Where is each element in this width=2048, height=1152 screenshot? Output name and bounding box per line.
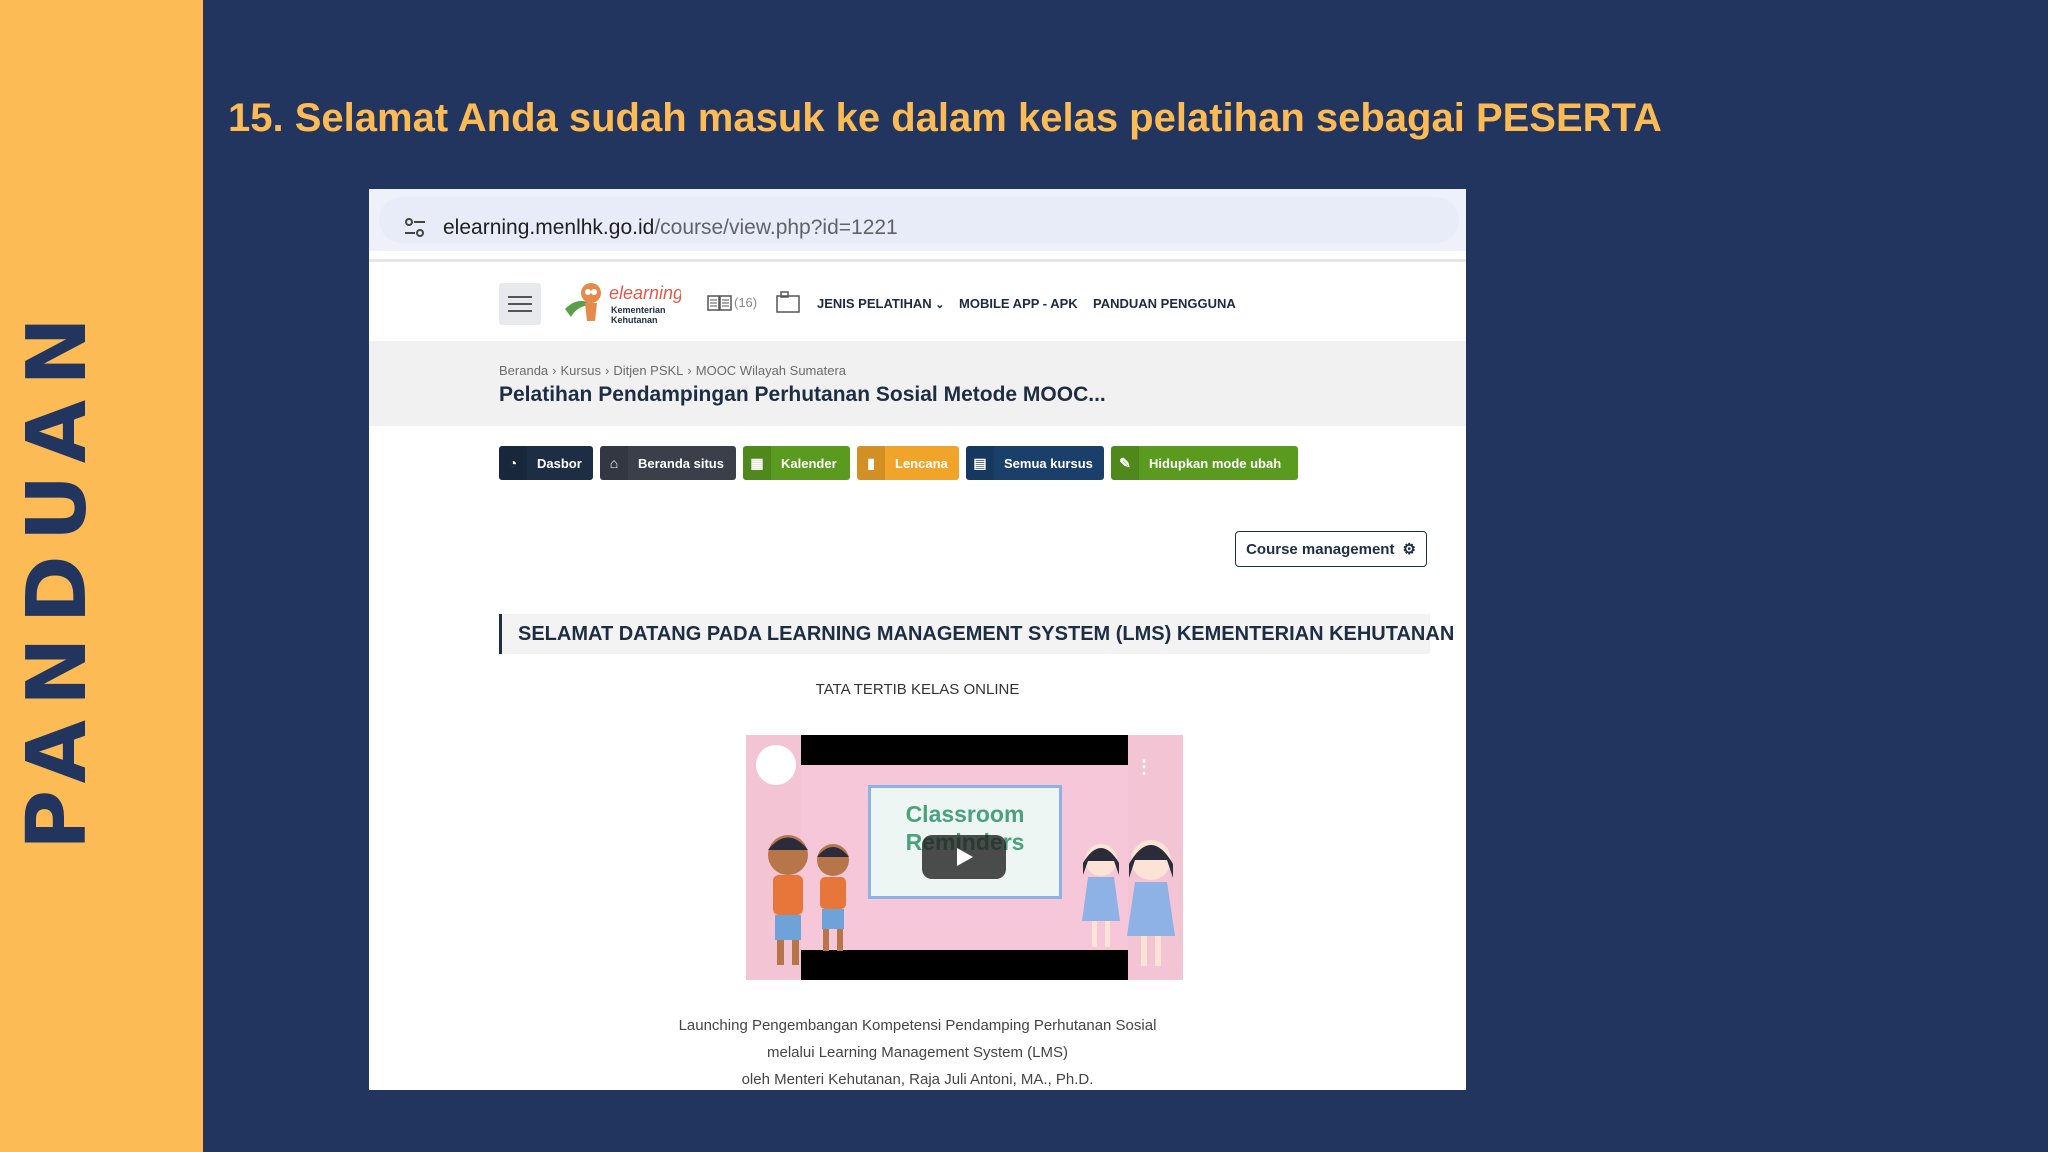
breadcrumb-item[interactable]: Kursus [561, 363, 601, 378]
play-button[interactable] [922, 835, 1006, 879]
welcome-heading-box: SELAMAT DATANG PADA LEARNING MANAGEMENT … [499, 614, 1454, 654]
breadcrumb-item[interactable]: MOOC Wilayah Sumatera [696, 363, 846, 378]
beranda-situs-button[interactable]: ⌂ Beranda situs [600, 446, 736, 480]
dasbor-button[interactable]: ◔ Dasbor [499, 446, 593, 480]
elearning-logo[interactable]: elearning Kementerian Kehutanan [561, 275, 681, 331]
caption-line: Launching Pengembangan Kompetensi Pendam… [678, 1017, 1157, 1034]
site-settings-icon[interactable] [403, 217, 427, 239]
breadcrumb-item[interactable]: Beranda [499, 363, 548, 378]
calendar-icon: ▦ [743, 446, 771, 480]
home-icon: ⌂ [600, 446, 628, 480]
lencana-button[interactable]: ▮ Lencana [857, 446, 959, 480]
dashboard-icon: ◔ [499, 446, 527, 480]
bookmark-icon: ▮ [857, 446, 885, 480]
video-caption: Launching Pengembangan Kompetensi Pendam… [369, 1012, 1466, 1090]
kalender-label: Kalender [781, 455, 837, 471]
url-text: elearning.menlhk.go.id/course/view.php?i… [443, 216, 898, 240]
svg-text:Kehutanan: Kehutanan [611, 315, 658, 325]
breadcrumb: Beranda › Kursus › Ditjen PSKL › MOOC Wilayah … [499, 363, 846, 378]
side-band: REGISTRASI AKUN PANDUAN [0, 0, 338, 1152]
category-icon[interactable] [775, 290, 801, 314]
nav-mobile-app[interactable]: MOBILE APP - APK [959, 296, 1078, 311]
child-illustration-right [1082, 844, 1120, 947]
my-courses-icon[interactable] [707, 293, 733, 313]
url-field[interactable]: elearning.menlhk.go.id/course/view.php?i… [379, 197, 1459, 243]
chevron-down-icon: ⌄ [935, 299, 945, 311]
browser-screenshot: elearning.menlhk.go.id/course/view.php?i… [369, 189, 1466, 1090]
kalender-button[interactable]: ▦ Kalender [743, 446, 850, 480]
courses-count: (16) [734, 295, 758, 310]
site-navbar: elearning Kementerian Kehutanan (16) JEN… [369, 259, 1466, 344]
slide-title: 15. Selamat Anda sudah masuk ke dalam ke… [228, 96, 1662, 140]
breadcrumb-item[interactable]: Ditjen PSKL [613, 363, 683, 378]
course-management-button[interactable]: Course management ⚙ [1235, 531, 1427, 567]
chevron-right-icon: › [552, 363, 557, 378]
child-illustration-right-2 [1127, 840, 1175, 966]
book-icon: ▤ [966, 446, 994, 480]
nav-jenis-pelatihan-label: JENIS PELATIHAN [817, 296, 932, 311]
welcome-heading: SELAMAT DATANG PADA LEARNING MANAGEMENT … [518, 623, 1455, 645]
semua-kursus-label: Semua kursus [1004, 455, 1093, 471]
nav-jenis-pelatihan[interactable]: JENIS PELATIHAN ⌄ [817, 296, 944, 311]
edit-mode-button[interactable]: ✎ Hidupkan mode ubah [1111, 446, 1298, 480]
page-header: Beranda › Kursus › Ditjen PSKL › MOOC Wilayah … [369, 341, 1466, 426]
lencana-label: Lencana [895, 455, 948, 471]
logo-text: elearning [609, 283, 681, 303]
side-title-line2: REGISTRASI AKUN [243, 0, 338, 995]
beranda-situs-label: Beranda situs [638, 455, 724, 471]
caption-line: melalui Learning Management System (LMS) [767, 1044, 1068, 1061]
chevron-right-icon: › [604, 363, 610, 378]
edit-icon: ✎ [1111, 446, 1139, 480]
edit-mode-label: Hidupkan mode ubah [1149, 455, 1282, 471]
video-player[interactable]: ClassroomReminders ⋮ [746, 735, 1183, 980]
address-bar: elearning.menlhk.go.id/course/view.php?i… [369, 189, 1466, 251]
course-title: Pelatihan Pendampingan Perhutanan Sosial… [499, 383, 1106, 406]
semua-kursus-button[interactable]: ▤ Semua kursus [966, 446, 1104, 480]
nav-panduan-pengguna[interactable]: PANDUAN PENGGUNA [1093, 296, 1236, 311]
url-host: elearning.menlhk.go.id [443, 216, 655, 239]
url-path: /course/view.php?id=1221 [654, 216, 898, 239]
side-title-line1: PANDUAN [10, 303, 105, 850]
board-title-1: Classroom [905, 801, 1025, 827]
dasbor-label: Dasbor [537, 455, 582, 471]
channel-logo[interactable] [756, 745, 796, 785]
menu-toggle-button[interactable] [499, 283, 541, 325]
rules-label: TATA TERTIB KELAS ONLINE [815, 681, 1020, 698]
caption-line: oleh Menteri Kehutanan, Raja Juli Antoni… [741, 1071, 1094, 1088]
svg-text:Kementerian: Kementerian [611, 305, 666, 315]
child-illustration-left-2 [817, 844, 849, 951]
gear-icon: ⚙ [1402, 541, 1416, 558]
more-options-icon[interactable]: ⋮ [1135, 757, 1153, 778]
chevron-right-icon: › [687, 363, 692, 378]
course-management-label: Course management [1246, 540, 1395, 558]
